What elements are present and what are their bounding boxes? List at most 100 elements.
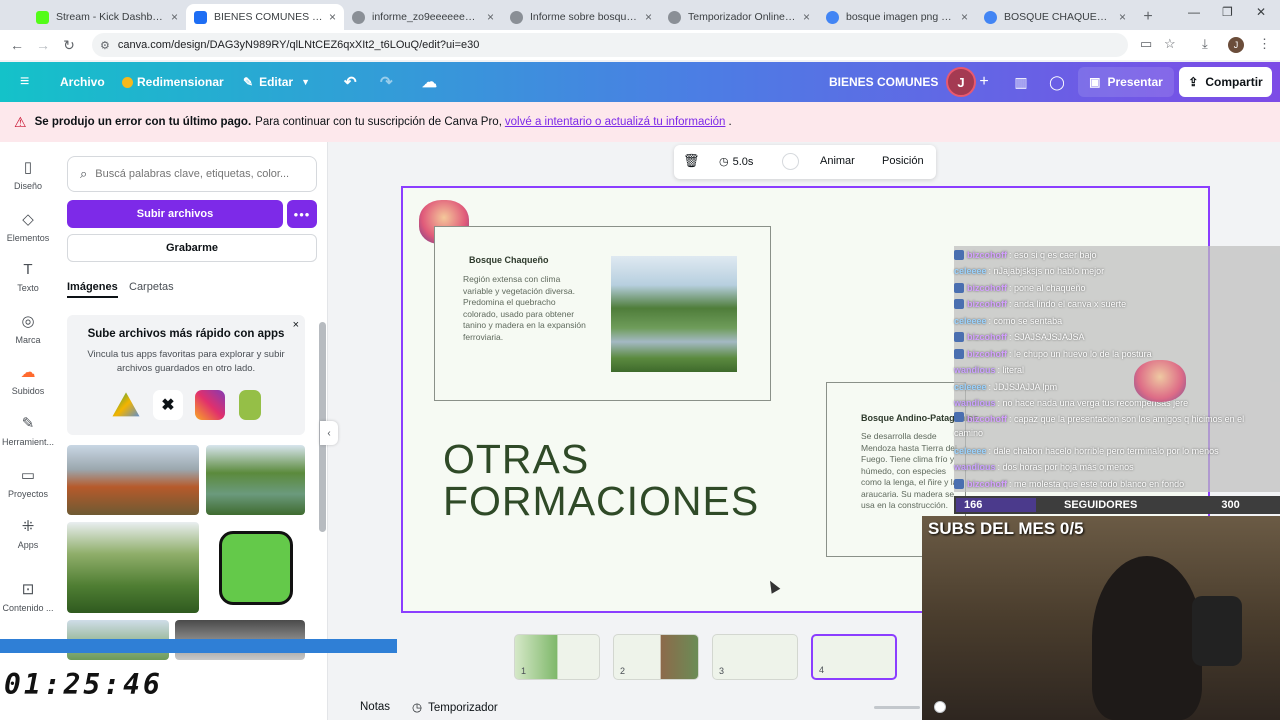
- streamer-silhouette: [1092, 556, 1202, 720]
- rail-brand[interactable]: ◎ Marca: [0, 312, 56, 345]
- maximize-icon[interactable]: ❐: [1222, 5, 1233, 19]
- close-tab-icon[interactable]: ×: [645, 10, 652, 24]
- uploaded-image-thumbnail[interactable]: [67, 522, 199, 613]
- position-button[interactable]: Posición: [882, 155, 924, 167]
- tab-folders[interactable]: Carpetas: [129, 281, 174, 293]
- card-body: Región extensa con clima variable y vege…: [463, 274, 586, 342]
- browser-menu-icon[interactable]: ⋮: [1258, 36, 1271, 52]
- chat-message: bizcohoff: anda lindo el canva x suerte: [954, 296, 1126, 312]
- edit-menu[interactable]: ✎ Editar ▼: [243, 75, 310, 89]
- page-thumbnail[interactable]: 1: [514, 634, 600, 680]
- rail-elements[interactable]: ◇ Elementos: [0, 210, 56, 243]
- rail-content[interactable]: ⊡ Contenido ...: [0, 580, 56, 613]
- close-icon[interactable]: ×: [293, 319, 299, 331]
- rail-projects[interactable]: ▭ Proyectos: [0, 466, 56, 499]
- close-tab-icon[interactable]: ×: [803, 10, 810, 24]
- rail-tools[interactable]: ✎ Herramient...: [0, 414, 56, 447]
- animate-button[interactable]: Animar: [820, 155, 855, 167]
- close-tab-icon[interactable]: ×: [961, 10, 968, 24]
- zoom-slider[interactable]: [873, 700, 946, 713]
- minimize-icon[interactable]: —: [1188, 5, 1200, 19]
- upload-cloud-icon: ☁: [20, 364, 36, 381]
- browser-tab[interactable]: informe_zo9eeeeeeeeeeee ×: [344, 4, 502, 30]
- duration-button[interactable]: ◷ 5.0s: [719, 155, 753, 168]
- dropbox-icon[interactable]: ✖: [153, 390, 183, 420]
- tab-images[interactable]: Imágenes: [67, 281, 118, 298]
- trash-icon[interactable]: 🗑: [683, 153, 700, 169]
- file-menu[interactable]: Archivo: [60, 75, 105, 89]
- page-thumbnail[interactable]: 2: [613, 634, 699, 680]
- element-toolbar: 🗑 ◷ 5.0s Animar Posición: [674, 145, 936, 179]
- search-input[interactable]: [95, 168, 296, 180]
- hamburger-menu-icon[interactable]: ≡: [20, 73, 29, 91]
- apps-card-heading: Sube archivos más rápido con apps: [87, 328, 285, 340]
- back-icon[interactable]: ←: [4, 37, 30, 53]
- chaco-forest-photo[interactable]: [611, 256, 737, 372]
- browser-tab-active[interactable]: BIENES COMUNES - Prese ×: [186, 4, 344, 30]
- bookmark-star-icon[interactable]: ☆: [1164, 36, 1176, 52]
- search-box[interactable]: ⌕: [67, 156, 317, 192]
- shopify-icon[interactable]: [239, 390, 261, 420]
- record-yourself-button[interactable]: Grabarme: [67, 234, 317, 262]
- undo-icon[interactable]: ↶: [344, 73, 357, 91]
- chat-message: bizcohoff: eso si q es caer bajo: [954, 247, 1097, 263]
- forward-icon[interactable]: →: [30, 37, 56, 53]
- cast-icon[interactable]: ▭: [1140, 36, 1152, 52]
- rail-uploads[interactable]: ☁ Subidos: [0, 363, 56, 396]
- browser-tab[interactable]: BOSQUE CHAQUEÑO - Wi ×: [976, 4, 1134, 30]
- color-swatch[interactable]: [782, 153, 799, 170]
- close-window-icon[interactable]: ✕: [1256, 5, 1266, 19]
- redo-icon[interactable]: ↷: [380, 73, 393, 91]
- browser-tab[interactable]: bosque imagen png - Bu ×: [818, 4, 976, 30]
- share-button[interactable]: ⇪ Compartir: [1179, 67, 1272, 97]
- more-options-button[interactable]: •••: [287, 200, 317, 228]
- zoom-slider-handle[interactable]: [933, 700, 946, 713]
- page-thumbnail-selected[interactable]: 4: [811, 634, 897, 680]
- rail-text[interactable]: T Texto: [0, 261, 56, 293]
- rail-apps[interactable]: ⁜ Apps: [0, 517, 56, 550]
- content-icon: ⊡: [21, 581, 35, 598]
- document-title[interactable]: BIENES COMUNES: [829, 75, 938, 89]
- uploaded-image-thumbnail[interactable]: [206, 522, 305, 613]
- comment-icon[interactable]: ◯: [1042, 67, 1072, 97]
- notes-button[interactable]: Notas: [360, 701, 390, 713]
- rail-design[interactable]: ▯ Diseño: [0, 158, 56, 191]
- page-number: 1: [521, 666, 527, 676]
- slide-title[interactable]: OTRAS FORMACIONES: [443, 438, 759, 522]
- text-icon: T: [23, 261, 33, 278]
- clock-icon: ◷: [719, 156, 729, 168]
- browser-tab[interactable]: Stream - Kick Dashboard ×: [28, 4, 186, 30]
- chat-user: bizcohoff: [967, 479, 1007, 489]
- insights-chart-icon[interactable]: ▥: [1006, 67, 1036, 97]
- url-text: canva.com/design/DAG3yN989RY/qlLNtCEZ6qx…: [117, 39, 480, 51]
- instagram-icon[interactable]: [195, 390, 225, 420]
- apps-card-subtext: Vincula tus apps favoritas para explorar…: [87, 349, 285, 374]
- editor-bottom-bar: Notas ◷ Temporizador: [360, 696, 946, 718]
- chat-text: : como se sentaba: [988, 316, 1063, 326]
- download-icon[interactable]: ⤓: [1202, 36, 1208, 52]
- new-tab-button[interactable]: +: [1134, 4, 1162, 30]
- page-thumbnail[interactable]: 3: [712, 634, 798, 680]
- add-collaborator-icon[interactable]: +: [969, 67, 999, 97]
- collapse-panel-button[interactable]: ‹: [320, 421, 338, 445]
- close-tab-icon[interactable]: ×: [329, 10, 336, 24]
- uploaded-image-thumbnail[interactable]: [67, 445, 199, 515]
- close-tab-icon[interactable]: ×: [487, 10, 494, 24]
- content-card[interactable]: Bosque Chaqueño Región extensa con clima…: [434, 226, 771, 401]
- site-info-icon[interactable]: ⚙: [100, 39, 110, 52]
- close-tab-icon[interactable]: ×: [171, 10, 178, 24]
- cloud-saved-icon[interactable]: ☁: [422, 73, 437, 91]
- close-tab-icon[interactable]: ×: [1119, 10, 1126, 24]
- present-button[interactable]: ▣ Presentar: [1078, 67, 1174, 97]
- google-drive-icon[interactable]: [112, 392, 140, 417]
- browser-tab[interactable]: Informe sobre bosques y ×: [502, 4, 660, 30]
- url-field[interactable]: ⚙ canva.com/design/DAG3yN989RY/qlLNtCEZ6q…: [92, 33, 1128, 57]
- reload-icon[interactable]: ↻: [56, 37, 82, 54]
- update-payment-link[interactable]: volvé a intentario o actualizá tu inform…: [505, 116, 726, 128]
- uploaded-image-thumbnail[interactable]: [206, 445, 305, 515]
- browser-tab[interactable]: Temporizador Online - Re ×: [660, 4, 818, 30]
- upload-files-button[interactable]: Subir archivos: [67, 200, 283, 228]
- resize-button[interactable]: Redimensionar: [122, 75, 224, 89]
- profile-avatar[interactable]: J: [1228, 37, 1244, 53]
- timer-button[interactable]: ◷ Temporizador: [412, 700, 498, 714]
